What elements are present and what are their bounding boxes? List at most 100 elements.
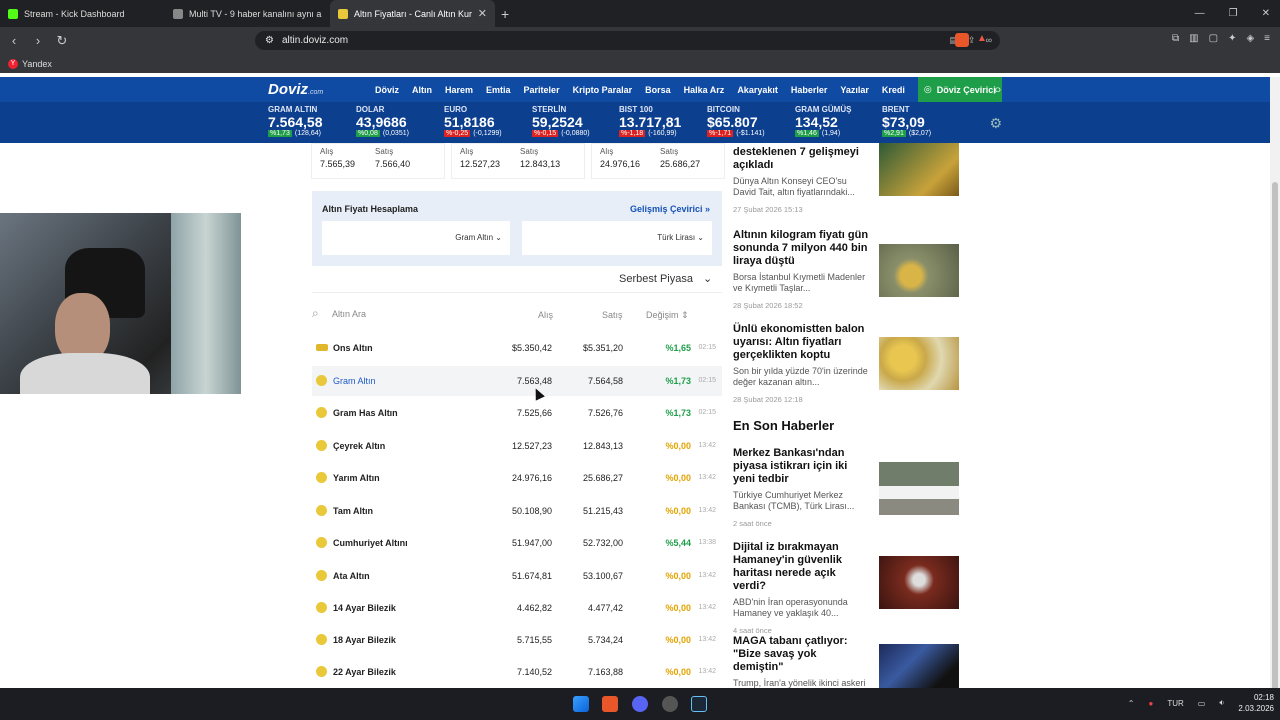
menu-item-pariteler[interactable]: Pariteler bbox=[524, 85, 560, 95]
column-degisim[interactable]: Değişim ⇕ bbox=[646, 310, 689, 321]
ticker-item[interactable]: BIST 100 13.717,81 %-1,18 (-160,99) bbox=[619, 105, 681, 137]
scroll-thumb[interactable] bbox=[1272, 182, 1278, 720]
sidebar-icon[interactable]: ▥ bbox=[1189, 33, 1198, 44]
ticker-item[interactable]: GRAM GÜMÜŞ 134,52 %1,46 (1,94) bbox=[795, 105, 851, 137]
vpn-icon[interactable]: ◈ bbox=[1246, 33, 1254, 44]
rate-card[interactable]: Alış 12.527,23 Satış 12.843,13 bbox=[451, 143, 585, 179]
ticker-item[interactable]: BRENT $73,09 %2,91 ($2,07) bbox=[882, 105, 931, 137]
row-change: %0,00 bbox=[665, 571, 691, 581]
table-row[interactable]: Yarım Altın 24.976,16 25.686,27 %0,00 13… bbox=[312, 463, 722, 493]
table-row[interactable]: Cumhuriyet Altını 51.947,00 52.732,00 %5… bbox=[312, 528, 722, 558]
forward-icon[interactable]: › bbox=[28, 33, 48, 48]
brave-shields-icon[interactable] bbox=[955, 33, 969, 47]
table-row[interactable]: Ata Altın 51.674,81 53.100,67 %0,00 13:4… bbox=[312, 561, 722, 591]
site-logo[interactable]: Doviz.com bbox=[268, 81, 323, 98]
tab-multitv[interactable]: Multi TV - 9 haber kanalını aynı anda bbox=[165, 0, 330, 27]
language-indicator[interactable]: TUR bbox=[1167, 699, 1183, 708]
maximize-icon[interactable]: ❐ bbox=[1229, 8, 1238, 19]
site-info-icon[interactable]: ⚙ bbox=[265, 35, 274, 46]
microphone-icon[interactable]: ● bbox=[1149, 699, 1154, 708]
table-row[interactable]: 22 Ayar Bilezik 7.140,52 7.163,88 %0,00 … bbox=[312, 657, 722, 687]
table-row[interactable]: Gram Has Altın 7.525,66 7.526,76 %1,73 0… bbox=[312, 398, 722, 428]
table-row[interactable]: Ons Altın $5.350,42 $5.351,20 %1,65 02:1… bbox=[312, 333, 722, 363]
bookmark-yandex[interactable]: Yandex bbox=[22, 59, 52, 69]
clock[interactable]: 02:18 2.03.2026 bbox=[1238, 692, 1274, 714]
volume-icon[interactable]: 🔉︎ bbox=[1219, 698, 1224, 708]
wallet-icon[interactable]: ▢ bbox=[1209, 33, 1218, 44]
news-item[interactable]: Ünlü ekonomistten balon uyarısı: Altın f… bbox=[733, 323, 959, 404]
table-row[interactable]: 18 Ayar Bilezik 5.715,55 5.734,24 %0,00 … bbox=[312, 625, 722, 655]
row-alis: $5.350,42 bbox=[511, 343, 552, 353]
search-icon[interactable]: ⌕ bbox=[994, 81, 1002, 98]
gear-icon[interactable]: ⚙ bbox=[989, 115, 1002, 132]
news-date: 28 Şubat 2026 12:18 bbox=[733, 395, 803, 404]
menu-item-yazilar[interactable]: Yazılar bbox=[840, 85, 869, 95]
ticker-item[interactable]: GRAM ALTIN 7.564,58 %1,73 (128,64) bbox=[268, 105, 323, 137]
row-time: 02:15 bbox=[698, 377, 716, 384]
ticker-change: %0,08 (0,0351) bbox=[356, 130, 409, 137]
steam-taskbar-icon[interactable] bbox=[691, 696, 707, 712]
rate-card[interactable]: Alış 7.565,39 Satış 7.566,40 bbox=[311, 143, 445, 179]
news-item[interactable]: Dijital iz bırakmayan Hamaney'in güvenli… bbox=[733, 541, 959, 635]
alis-value: 12.527,23 bbox=[460, 159, 501, 169]
menu-item-akaryakit[interactable]: Akaryakıt bbox=[737, 85, 778, 95]
ticker-item[interactable]: DOLAR 43,9686 %0,08 (0,0351) bbox=[356, 105, 409, 137]
menu-item-haberler[interactable]: Haberler bbox=[791, 85, 828, 95]
news-item[interactable]: Altının kilogram fiyatı gün sonunda 7 mi… bbox=[733, 229, 959, 310]
advanced-converter-link[interactable]: Gelişmiş Çevirici » bbox=[630, 204, 710, 214]
url-bar[interactable]: ⚙ altin.doviz.com ▤ ⇪ ∞ bbox=[255, 31, 1000, 50]
converter-button[interactable]: ◎ Döviz Çevirici bbox=[917, 77, 1002, 102]
ticker-item[interactable]: EURO 51,8186 %-0,25 (-0,1299) bbox=[444, 105, 502, 137]
gold-search-input[interactable]: Altın Ara bbox=[332, 309, 366, 319]
back-icon[interactable]: ‹ bbox=[4, 33, 24, 48]
tab-kick[interactable]: Stream - Kick Dashboard bbox=[0, 0, 165, 27]
row-alis: 51.947,00 bbox=[511, 538, 552, 548]
gold-table-header: ⌕ Altın Ara Alış Satış Değişim ⇕ bbox=[312, 304, 722, 324]
ticker-pct: %1,46 bbox=[795, 130, 819, 137]
network-icon[interactable]: ▭ bbox=[1198, 699, 1206, 708]
table-row[interactable]: 14 Ayar Bilezik 4.462,82 4.477,42 %0,00 … bbox=[312, 593, 722, 623]
table-row[interactable]: Çeyrek Altın 12.527,23 12.843,13 %0,00 1… bbox=[312, 431, 722, 461]
ticker-value: 134,52 bbox=[795, 114, 838, 130]
leo-icon[interactable]: ✦ bbox=[1228, 33, 1236, 44]
menu-item-harem[interactable]: Harem bbox=[445, 85, 473, 95]
row-alis: 5.715,55 bbox=[516, 635, 552, 645]
row-change: %0,00 bbox=[665, 506, 691, 516]
new-tab-button[interactable]: + bbox=[501, 6, 509, 22]
chevron-up-icon[interactable]: ⌃ bbox=[1128, 699, 1135, 708]
table-row[interactable]: Tam Altın 50.108,90 51.215,43 %0,00 13:4… bbox=[312, 496, 722, 526]
brave-taskbar-icon[interactable] bbox=[602, 696, 618, 712]
browser-tab-bar: Stream - Kick Dashboard Multi TV - 9 hab… bbox=[0, 0, 1280, 27]
ticker-item[interactable]: BITCOIN $65.807 %-1,71 (-$1.141) bbox=[707, 105, 765, 137]
menu-item-kripto[interactable]: Kripto Paralar bbox=[573, 85, 633, 95]
menu-item-borsa[interactable]: Borsa bbox=[645, 85, 671, 95]
from-select[interactable]: Gram Altın ⌄ bbox=[322, 221, 510, 255]
page-scrollbar[interactable] bbox=[1270, 77, 1280, 720]
menu-icon[interactable]: ≡ bbox=[1264, 33, 1270, 44]
news-item[interactable]: desteklenen 7 gelişmeyi açıkladı Dünya A… bbox=[733, 143, 959, 214]
menu-item-kredi[interactable]: Kredi bbox=[882, 85, 905, 95]
discord-taskbar-icon[interactable] bbox=[632, 696, 648, 712]
market-select[interactable]: Serbest Piyasa ⌄ bbox=[619, 272, 712, 286]
minimize-icon[interactable]: — bbox=[1195, 8, 1205, 19]
reload-icon[interactable]: ↻ bbox=[52, 33, 72, 49]
rate-card[interactable]: Alış 24.976,16 Satış 25.686,27 bbox=[591, 143, 725, 179]
kick-icon bbox=[8, 8, 18, 19]
row-time: 13:42 bbox=[698, 604, 716, 611]
windows-start-icon[interactable] bbox=[573, 696, 589, 712]
menu-item-altin[interactable]: Altın bbox=[412, 85, 432, 95]
menu-item-emtia[interactable]: Emtia bbox=[486, 85, 511, 95]
obs-taskbar-icon[interactable] bbox=[662, 696, 678, 712]
menu-item-doviz[interactable]: Döviz bbox=[375, 85, 399, 95]
row-name: Cumhuriyet Altını bbox=[333, 538, 408, 548]
close-tab-icon[interactable]: ✕ bbox=[478, 7, 487, 20]
ticker-item[interactable]: STERLİN 59,2524 %-0,15 (-0,0880) bbox=[532, 105, 590, 137]
close-window-icon[interactable]: ✕ bbox=[1262, 8, 1270, 19]
to-select[interactable]: Türk Lirası ⌄ bbox=[522, 221, 712, 255]
tab-altin[interactable]: Altın Fiyatları - Canlı Altın Kuru v ✕ bbox=[330, 0, 495, 27]
menu-item-halka-arz[interactable]: Halka Arz bbox=[684, 85, 725, 95]
table-row[interactable]: Gram Altın 7.563,48 7.564,58 %1,73 02:15 bbox=[312, 366, 722, 396]
extensions-icon[interactable]: ⧉ bbox=[1172, 33, 1179, 44]
rewards-icon[interactable]: ▲ bbox=[977, 33, 987, 47]
news-item[interactable]: Merkez Bankası'ndan piyasa istikrarı içi… bbox=[733, 447, 959, 528]
